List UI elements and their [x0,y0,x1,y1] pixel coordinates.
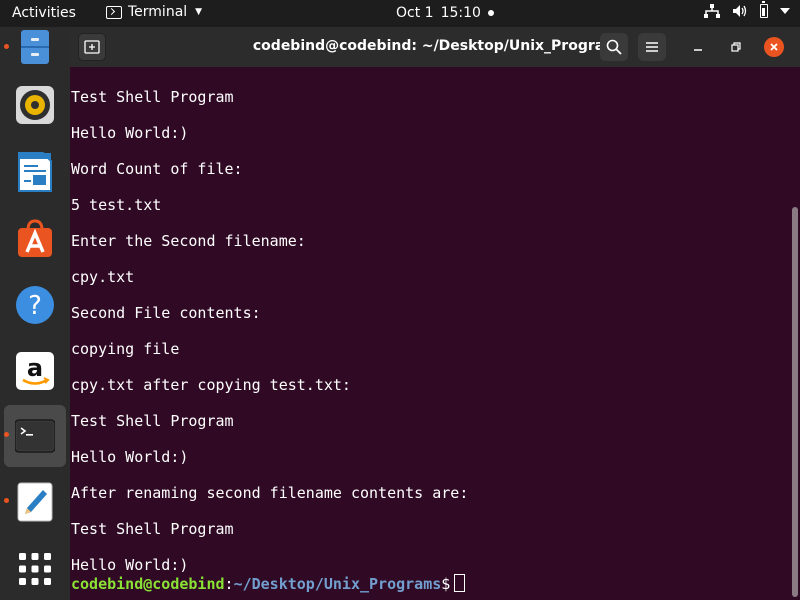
caret-down-icon: ▼ [195,7,203,17]
prompt-user-host: codebind@codebind [71,575,225,593]
dock-item-writer[interactable] [4,141,66,203]
running-indicator [4,432,9,437]
shopping-bag-icon [18,219,52,257]
output-line: cpy.txt after copying test.txt: [71,376,351,394]
search-icon [606,39,622,55]
output-line: Word Count of file: [71,160,243,178]
output-line: copying file [71,340,180,358]
notification-dot-icon [487,10,494,16]
dock-item-terminal[interactable] [4,405,66,467]
terminal-icon [106,5,122,19]
dock-item-rhythmbox[interactable] [4,74,66,136]
top-bar: Activities Terminal ▼ Oct 1 15:10 [0,0,800,27]
close-button[interactable] [764,37,784,57]
shell-prompt[interactable]: codebind@codebind:~/Desktop/Unix_Program… [71,574,466,593]
speaker-icon [16,86,54,124]
minimize-button[interactable] [684,33,712,61]
dock-item-text-editor[interactable] [4,471,66,533]
output-line: Test Shell Program [71,520,234,538]
menu-button[interactable] [638,33,666,61]
dock-item-amazon[interactable]: a [4,340,66,402]
scrollbar[interactable] [792,207,798,597]
output-line: Hello World:) [71,448,189,466]
clock-date: Oct 1 [396,5,434,21]
dock-item-show-applications[interactable] [4,538,66,600]
output-line: Hello World:) [71,556,189,574]
text-cursor [454,574,466,592]
window-titlebar[interactable]: codebind@codebind: ~/Desktop/Unix_Progra… [70,27,800,67]
close-icon [770,43,778,51]
dock: ? a [0,27,70,600]
minimize-icon [694,49,702,51]
output-line: After renaming second filename contents … [71,484,469,502]
dock-item-files[interactable] [4,17,66,79]
prompt-separator: : [224,575,234,593]
prompt-path: ~/Desktop/Unix_Programs [233,575,442,593]
grid-icon [19,553,51,585]
running-indicator [4,44,9,49]
document-icon [18,152,52,192]
network-icon [704,4,720,18]
output-line: Second File contents: [71,304,261,322]
volume-icon [733,5,747,17]
help-icon: ? [16,286,54,324]
output-line: Test Shell Program [71,412,234,430]
file-cabinet-icon [21,30,49,64]
caret-down-icon [780,8,790,14]
output-line: Test Shell Program [71,88,234,106]
search-button[interactable] [600,33,628,61]
svg-text:?: ? [28,291,42,321]
svg-text:a: a [27,354,43,382]
app-menu-label: Terminal [128,4,188,20]
hamburger-icon [646,42,658,52]
pencil-icon [17,482,53,522]
restore-icon [731,42,741,52]
output-line: cpy.txt [71,268,135,286]
clock-time: 15:10 [440,5,481,21]
terminal-output[interactable]: Test Shell Program Hello World:) Word Co… [70,67,800,600]
prompt-symbol: $ [441,575,451,593]
output-line: Hello World:) [71,124,189,142]
maximize-button[interactable] [722,33,750,61]
terminal-icon [15,419,55,453]
output-line: 5 test.txt [71,196,162,214]
amazon-icon: a [16,352,54,390]
dock-item-help[interactable]: ? [4,274,66,336]
system-tray[interactable] [704,1,790,18]
running-indicator [4,498,9,503]
clock[interactable]: Oct 1 15:10 [396,5,494,21]
output-line: Enter the Second filename: [71,232,306,250]
battery-icon [760,1,768,18]
dock-item-software[interactable] [4,207,66,269]
app-menu[interactable]: Terminal ▼ [106,4,202,20]
